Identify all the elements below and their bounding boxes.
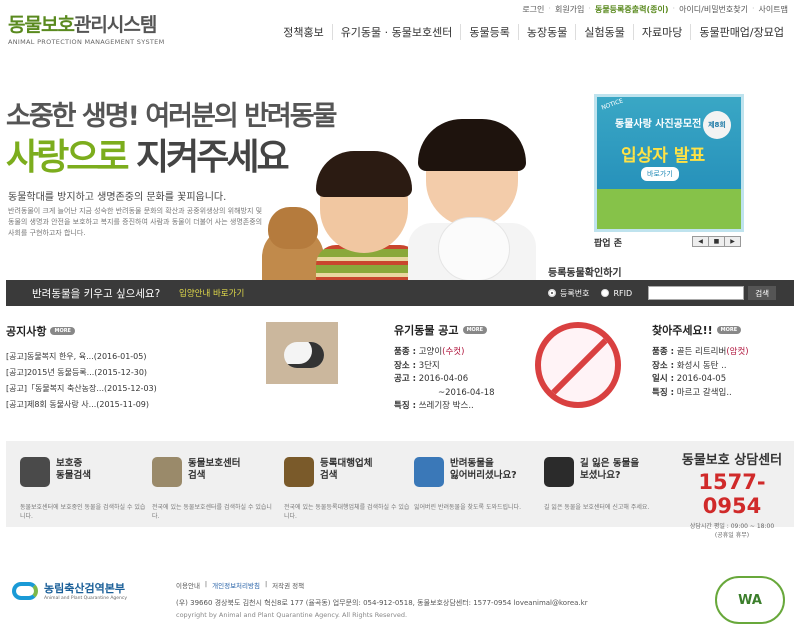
notice-list: [공고]동물복지 한우, 육...(2016-01-05) [공고]2015년 … xyxy=(6,349,256,413)
login-link[interactable]: 로그인 xyxy=(522,4,544,15)
footer-address: (우) 39660 경상북도 김천시 혁신8로 177 (율곡동) 업무문의: … xyxy=(176,599,588,607)
nav-abandoned-animals[interactable]: 유기동물 · 동물보호센터 xyxy=(331,24,461,40)
lost-animal-image[interactable] xyxy=(535,322,621,408)
sitemap-link[interactable]: 사이트맵 xyxy=(759,4,788,15)
footer-link-copyright[interactable]: 저작권 정책 xyxy=(272,580,304,590)
registration-number-input[interactable] xyxy=(648,286,745,300)
registration-check-title: 등록동물확인하기 xyxy=(548,268,622,279)
counsel-center-title: 동물보호 상담센터 xyxy=(681,453,783,468)
lost-sex: (암컷) xyxy=(726,347,749,357)
nav-sales-funeral[interactable]: 동물판매업/장묘업 xyxy=(690,24,792,40)
popup-next-button[interactable]: ▶ xyxy=(724,236,741,247)
abandoned-title: 유기동물 공고 xyxy=(394,324,459,337)
radio-rfid[interactable] xyxy=(601,289,610,297)
popup-stop-button[interactable]: ■ xyxy=(708,236,725,247)
service-band: 보호중 동물검색 동물보호센터에 보호중인 동물을 검색하실 수 있습니다. 동… xyxy=(6,441,794,539)
main-navigation: 정책홍보 유기동물 · 동물보호센터 동물등록 농장동물 실험동물 자료마당 동… xyxy=(275,24,792,40)
popup-controls: ◀ ■ ▶ xyxy=(692,236,741,247)
web-accessibility-mark: WA xyxy=(715,576,785,624)
join-link[interactable]: 회원가입 xyxy=(555,4,584,15)
notice-more-button[interactable]: MORE xyxy=(50,327,75,335)
hero-headline-2: 사랑으로 지켜주세요 xyxy=(6,128,290,180)
list-item[interactable]: [공고]2015년 동물등록...(2015-12-30) xyxy=(6,365,256,381)
abandoned-more-button[interactable]: MORE xyxy=(462,326,488,334)
notice-section: 공지사항 MORE [공고]동물복지 한우, 육...(2016-01-05) … xyxy=(6,323,256,413)
radio-rfid-label: RFID xyxy=(613,288,633,298)
logo-subtitle: ANIMAL PROTECTION MANAGEMENT SYSTEM xyxy=(8,38,165,46)
lost-feature: 마르고 갈색입.. xyxy=(676,387,732,398)
abandoned-sex: (수컷) xyxy=(442,347,465,357)
footer-link-privacy[interactable]: 개인정보처리방침 xyxy=(212,580,260,590)
footer-logo[interactable]: 농림축산검역본부 Animal and Plant Quarantine Age… xyxy=(12,580,127,601)
monitor-search-icon xyxy=(20,457,50,487)
site-logo[interactable]: 동물보호관리시스템 ANIMAL PROTECTION MANAGEMENT S… xyxy=(8,10,164,46)
abandoned-kind: 고양이 xyxy=(418,347,443,357)
abandoned-feature: 쓰레기장 박스.. xyxy=(418,401,474,412)
adoption-guide-link[interactable]: 입양안내 바로가기 xyxy=(179,287,244,299)
abandoned-cat-photo[interactable] xyxy=(266,322,338,384)
abandoned-date-from: 2016-04-06 xyxy=(418,374,469,385)
counsel-center-hours: 상담시간 평일 : 09:00 ~ 18:00 xyxy=(689,523,775,530)
map-pin-icon xyxy=(152,457,182,487)
lost-place: 화성시 동탄 .. xyxy=(676,360,727,371)
registration-check-form: 등록번호 RFID 검색 xyxy=(548,286,777,300)
logo-title-part2: 관리시스템 xyxy=(73,14,157,36)
lost-animal-section: 찾아주세요!! MORE 품종 : 골든 리트리버(암컷) 장소 : 화성시 동… xyxy=(652,324,749,398)
nav-resources[interactable]: 자료마당 xyxy=(632,24,690,40)
registration-search-button[interactable]: 검색 xyxy=(748,286,777,300)
agency-logo-icon xyxy=(12,581,38,600)
lost-date: 2016-04-05 xyxy=(676,374,727,385)
hero-subtitle: 동물학대를 방지하고 생명존중의 문화를 꽃피웁니다. xyxy=(8,192,227,203)
popup-go-button[interactable]: 바로가기 xyxy=(641,167,679,181)
counsel-center-holiday: (공휴일 휴무) xyxy=(714,532,750,539)
hero-description: 반려동물이 크게 늘어난 지금 성숙한 반려동물 문화의 확산과 공중위생상의 … xyxy=(8,207,263,237)
abandoned-animal-section: 유기동물 공고 MORE 품종 : 고양이(수컷) 장소 : 3단지 공고 : … xyxy=(394,322,534,414)
lost-pet-icon xyxy=(414,457,444,487)
nav-policy[interactable]: 정책홍보 xyxy=(275,24,331,40)
abandoned-place: 3단지 xyxy=(418,360,440,371)
list-item[interactable]: [공고]동물복지 한우, 육...(2016-01-05) xyxy=(6,349,256,365)
footer-link-guide[interactable]: 이용안내 xyxy=(176,580,200,590)
popup-banner[interactable]: NOTICE 동물사랑 사진공모전 제8회 입상자 발표 바로가기 xyxy=(594,94,744,232)
abandoned-date-to: ~2016-04-18 xyxy=(438,387,495,398)
nav-registration[interactable]: 동물등록 xyxy=(460,24,517,40)
counsel-center-phone: 1577-0954 xyxy=(698,470,766,518)
footer-org-name: 농림축산검역본부 xyxy=(44,582,125,595)
registration-print-link[interactable]: 동물등록증출력(종이) xyxy=(595,4,669,15)
notice-title: 공지사항 xyxy=(6,325,47,338)
popup-zone-label: 팝업 존 xyxy=(594,239,622,249)
logo-title-part1: 동물보호 xyxy=(8,14,75,36)
adoption-question: 반려동물을 키우고 싶으세요? xyxy=(32,288,161,300)
footer-links: 이용안내 | 개인정보처리방침 | 저작권 정책 xyxy=(176,580,305,590)
footer-copyright: copyright by Animal and Plant Quarantine… xyxy=(176,611,408,619)
list-item[interactable]: [공고]「동물복지 축산농장...(2015-12-03) xyxy=(6,381,256,397)
popup-title: 동물사랑 사진공모전 xyxy=(615,119,702,130)
popup-notice-tag: NOTICE xyxy=(600,97,625,112)
popup-headline: 입상자 발표 xyxy=(621,146,706,166)
nav-lab-animals[interactable]: 실험동물 xyxy=(575,24,632,40)
radio-reg-number-label: 등록번호 xyxy=(560,288,590,298)
popup-badge: 제8회 xyxy=(703,111,731,139)
utility-links: 로그인 · 회원가입 · 동물등록증출력(종이) · 아이디/비밀번호찾기 · 사이트맵 xyxy=(522,4,788,15)
popup-prev-button[interactable]: ◀ xyxy=(692,236,709,247)
lost-animal-title: 찾아주세요!! xyxy=(652,324,713,337)
book-icon xyxy=(284,457,314,487)
lost-kind: 골든 리트리버 xyxy=(676,347,727,357)
footer-org-sub: Animal and Plant Quarantine Agency xyxy=(44,596,128,601)
lost-animal-more-button[interactable]: MORE xyxy=(716,326,742,334)
list-item[interactable]: [공고]제8회 동물사랑 사...(2015-11-09) xyxy=(6,397,256,413)
dog-face-icon xyxy=(544,457,574,487)
hero-headline-green: 사랑으로 xyxy=(6,137,129,178)
puppy-illustration xyxy=(438,217,510,281)
find-account-link[interactable]: 아이디/비밀번호찾기 xyxy=(679,4,748,15)
nav-farm-animals[interactable]: 농장동물 xyxy=(517,24,575,40)
counsel-center: 동물보호 상담센터 1577-0954 상담시간 평일 : 09:00 ~ 18… xyxy=(676,449,788,540)
radio-reg-number[interactable] xyxy=(548,289,556,297)
